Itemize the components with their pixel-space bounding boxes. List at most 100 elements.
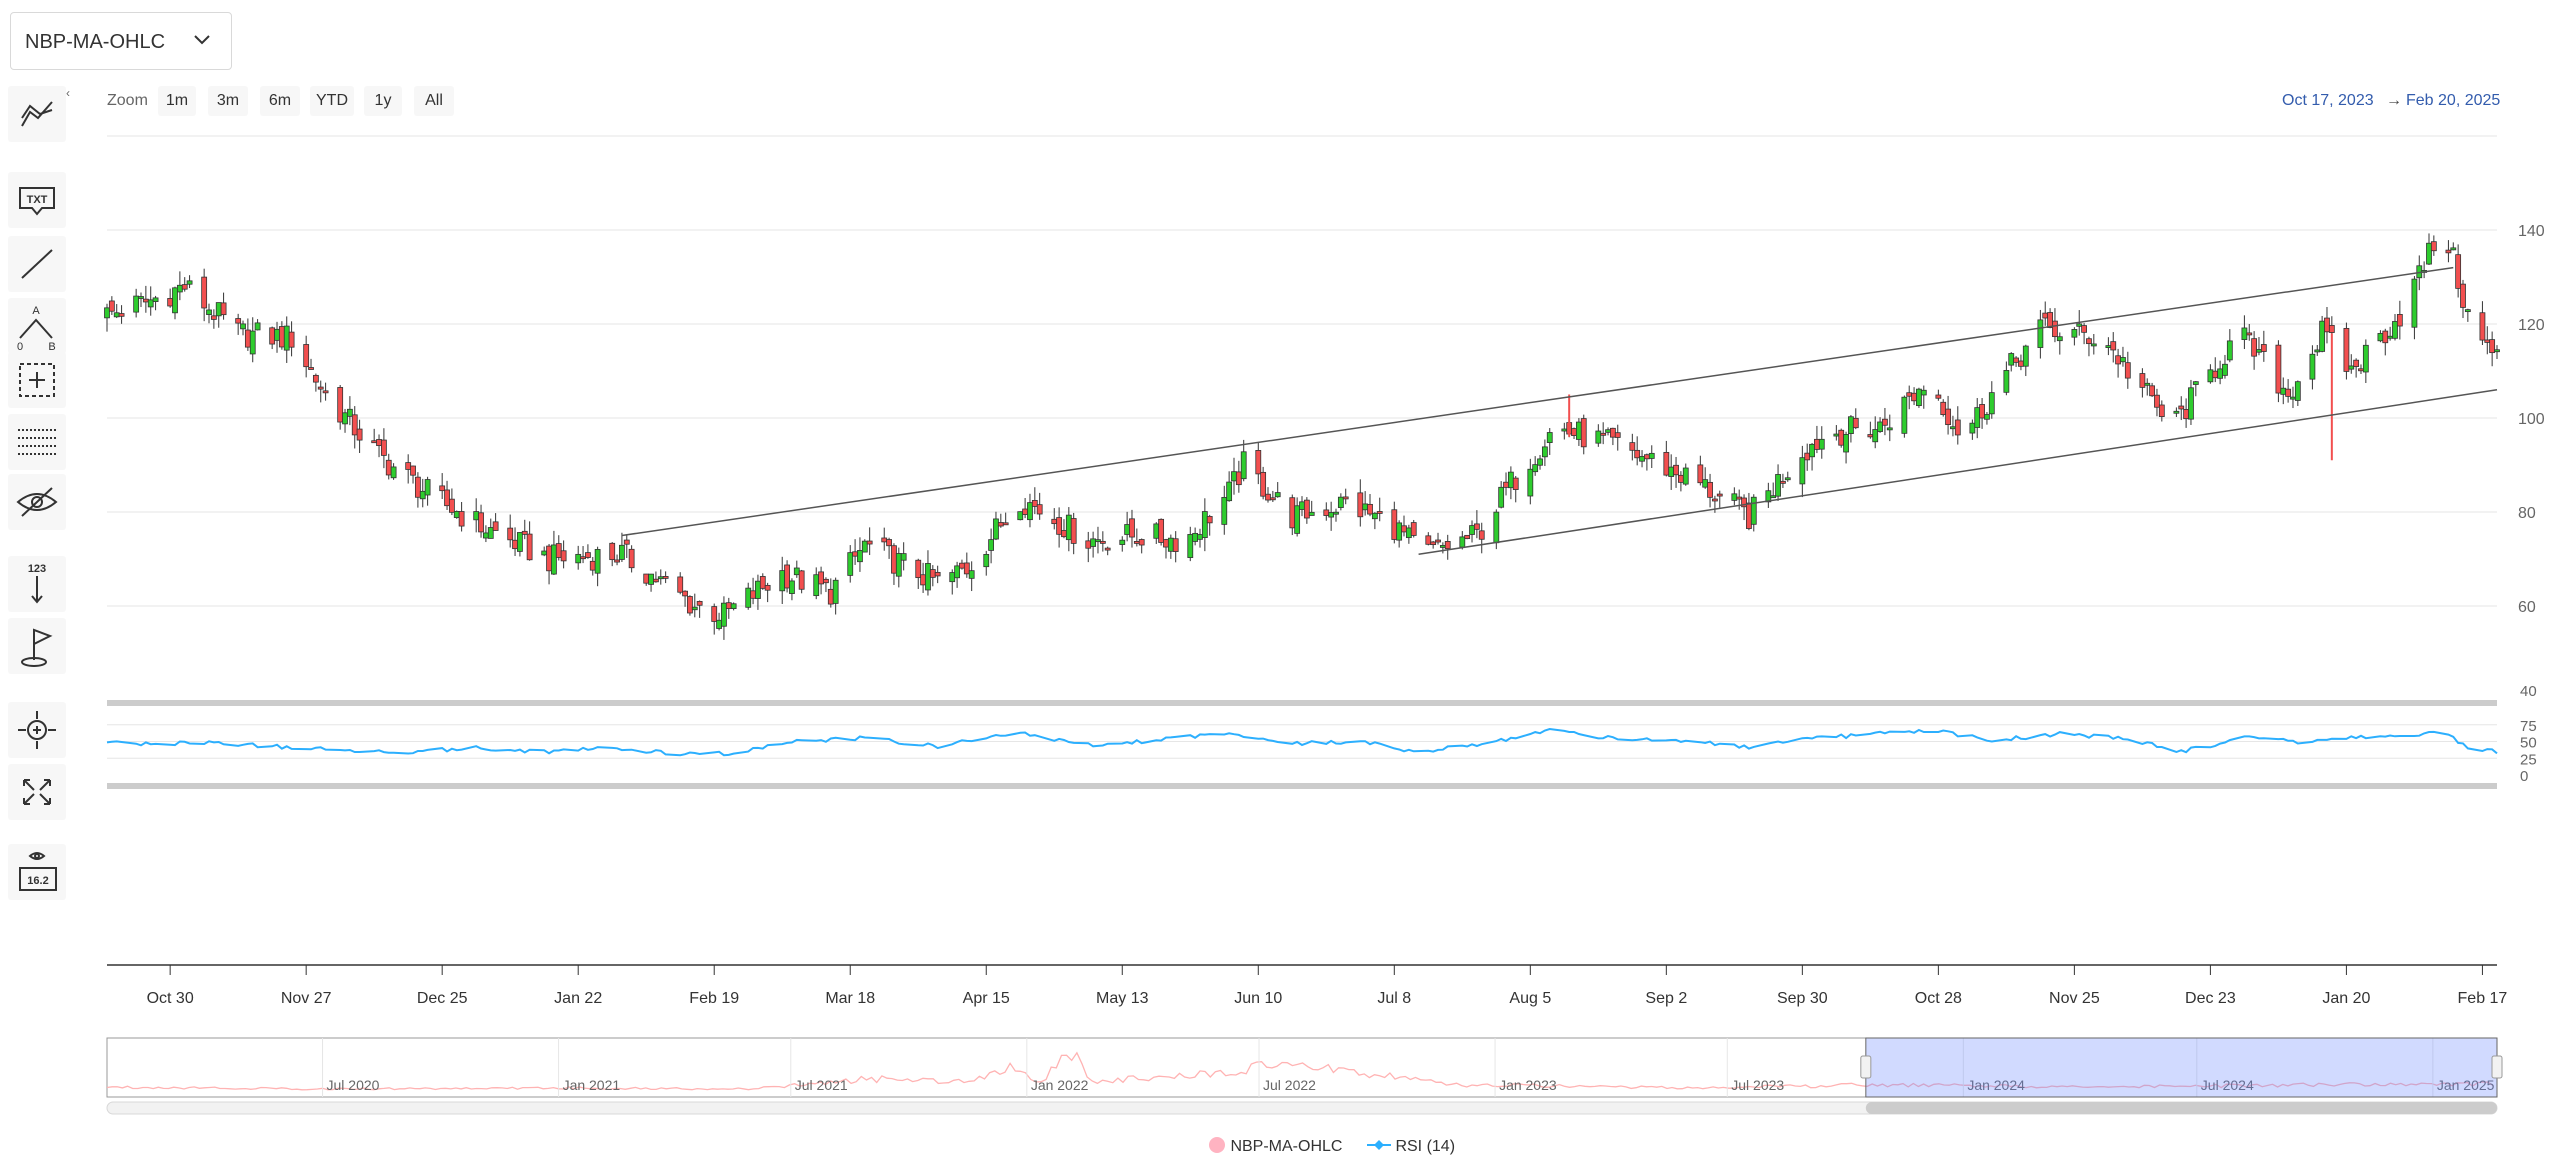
candle-down [1580,418,1587,448]
candle-up [2314,349,2321,353]
candle-up [2426,242,2432,265]
candle-down [2343,327,2350,372]
candle-up [1702,479,1709,488]
candle-down [818,571,824,585]
x-axis-label: Jul 8 [1377,990,1411,1007]
candle-down [1323,509,1330,516]
candle-down [2052,320,2058,338]
navigator-axis-label: Jul 2023 [1731,1077,1784,1093]
candle-up [2348,365,2355,370]
candle-down [1133,541,1140,544]
candle-down [1138,539,1145,546]
x-axis-label: Jun 10 [1234,990,1282,1007]
candle-up [1294,505,1301,534]
candle-up [1561,428,1568,432]
candle-up [2290,396,2296,400]
candle-up [789,580,795,594]
candle-down [963,562,970,575]
candle-down [1716,493,1723,497]
candle-down [2275,344,2282,394]
stock-chart[interactable]: 60 80 100 120 140 0255075 40 Oct 30 Nov 27 Dec 25… [0,0,2560,1130]
candle-down [929,569,936,578]
candle-up [1119,539,1126,545]
candle-up [2003,370,2010,393]
navigator-axis-label: Jul 2020 [327,1077,380,1093]
candle-up [648,573,654,585]
candle-down [308,367,314,370]
candle-down [2353,359,2360,367]
candle-down [2018,360,2024,367]
candle-down [2013,357,2019,363]
candle-down [278,326,285,348]
candle-down [827,588,834,605]
candle-up [551,544,557,575]
candle-down [1940,401,1947,416]
candle-up [925,563,931,591]
candle-up [2217,368,2224,379]
candle-down [1425,535,1432,545]
candle-down [1357,492,1364,518]
legend-item-ohlc[interactable]: NBP-MA-OHLC [1208,1136,1342,1156]
candle-down [2149,385,2156,397]
candle-up [346,408,353,417]
candle-up [1308,511,1315,516]
candle-up [342,412,348,425]
candle-down [1678,474,1684,483]
candle-up [152,297,159,302]
candle-up [1595,430,1602,444]
rsi-line [106,727,2498,757]
navigator-handle-left[interactable] [1860,1055,1872,1079]
candle-down [201,276,208,309]
candle-up [1231,471,1237,482]
candle-down [380,439,387,456]
legend-item-rsi[interactable]: RSI (14) [1367,1136,1455,1156]
candle-down [2358,368,2364,372]
candle-down [1600,432,1607,436]
candle-up [1167,537,1174,552]
candle-up [1541,446,1548,458]
candle-down [410,465,416,476]
candle-up [2411,278,2418,328]
x-axis-label: Mar 18 [825,990,875,1007]
candle-up [2056,336,2063,342]
candle-down [1206,516,1213,524]
candle-up [138,296,144,299]
candle-down [1444,541,1451,550]
navigator-selection-mask[interactable] [1865,1037,2498,1098]
navigator-scrollbar-thumb[interactable] [1865,1102,2497,1114]
candle-down [108,300,115,312]
candle-up [249,330,256,355]
x-axis-label: Jan 20 [2322,990,2370,1007]
candle-down [609,542,616,561]
candle-up [2173,410,2180,414]
candle-down [1945,408,1951,426]
candle-down [959,562,965,569]
candle-up [1901,396,1908,434]
candle-up [1221,496,1228,525]
candle-down [1129,518,1135,538]
price-axis-label: 60 [2518,599,2536,616]
candle-up [1362,503,1369,511]
candle-down [614,559,620,563]
candle-down [2445,249,2452,254]
candle-down [1503,481,1509,488]
candle-down [303,344,310,368]
navigator-axis-label: Jul 2021 [795,1077,848,1093]
candle-up [2450,247,2457,251]
candle-up [176,284,183,293]
navigator-handle-right[interactable] [2491,1055,2503,1079]
candle-down [448,498,455,513]
candle-down [852,551,858,557]
candle-down [585,552,591,558]
candle-up [2494,349,2500,353]
candle-down [1104,547,1111,551]
candle-down [1391,509,1398,540]
candle-down [2484,339,2491,343]
candle-up [716,619,722,629]
candle-down [235,318,242,324]
candle-down [2086,338,2092,345]
candle-down [1051,518,1058,525]
candle-down [521,530,528,535]
candle-down [886,539,892,547]
candle-down [1882,418,1888,426]
